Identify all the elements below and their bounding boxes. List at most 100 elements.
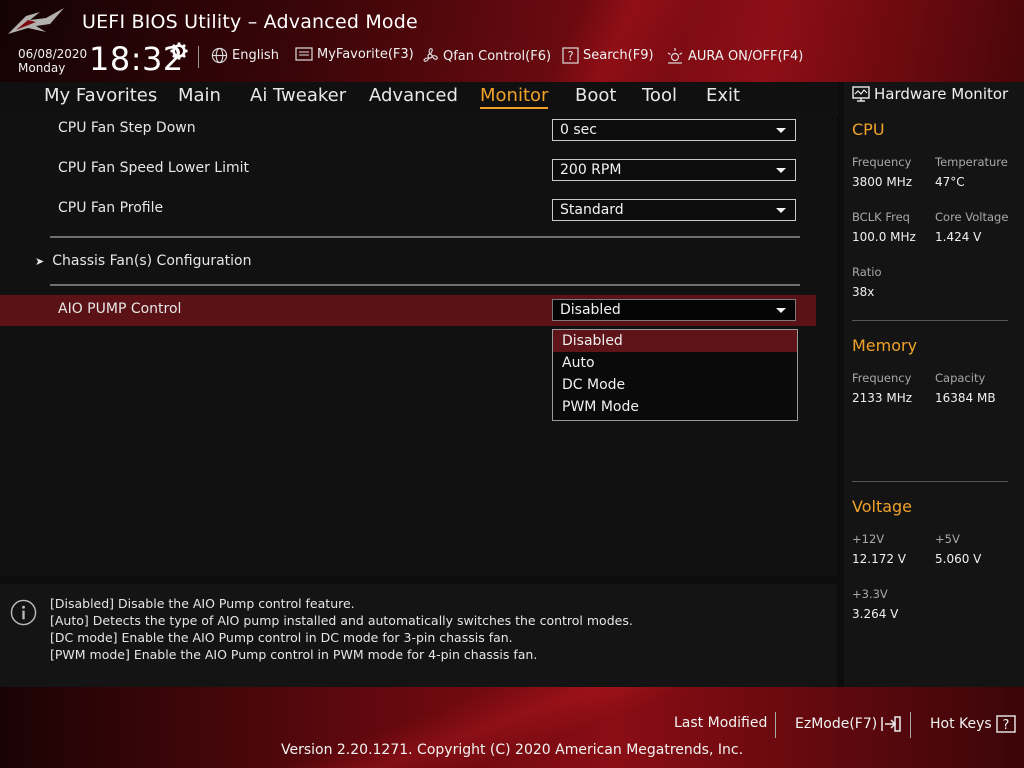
help-icon: ?: [996, 715, 1016, 733]
rog-logo-icon: [8, 8, 64, 34]
qfan-label: Qfan Control(F6): [443, 48, 552, 64]
v33-label: +3.3V: [852, 587, 888, 601]
core-voltage-label: Core Voltage: [935, 210, 1009, 224]
help-line: [Disabled] Disable the AIO Pump control …: [50, 596, 355, 611]
v12-value: 12.172 V: [852, 552, 907, 566]
memory-section-title: Memory: [852, 336, 918, 355]
gear-icon[interactable]: [170, 42, 188, 60]
option-disabled[interactable]: Disabled: [553, 330, 797, 352]
tab-boot[interactable]: Boot: [575, 85, 616, 106]
myfavorite-button[interactable]: MyFavorite(F3): [295, 47, 414, 62]
option-dc-mode[interactable]: DC Mode: [553, 374, 797, 396]
chevron-down-icon: [776, 208, 786, 213]
bclk-value: 100.0 MHz: [852, 230, 916, 244]
tab-exit[interactable]: Exit: [706, 85, 740, 106]
memory-capacity-value: 16384 MB: [935, 391, 996, 405]
hardware-monitor-label: Hardware Monitor: [874, 85, 1009, 103]
cpu-temperature-value: 47°C: [935, 175, 965, 189]
aura-icon: [667, 48, 683, 64]
version-text: Version 2.20.1271. Copyright (C) 2020 Am…: [280, 742, 744, 758]
date-text: 06/08/2020: [18, 47, 88, 61]
svg-text:?: ?: [567, 49, 573, 63]
cpu-fan-profile-label: CPU Fan Profile: [58, 200, 164, 216]
section-divider: [50, 284, 800, 286]
language-label: English: [232, 48, 279, 63]
v33-value: 3.264 V: [852, 607, 899, 621]
v12-label: +12V: [852, 532, 885, 546]
cpu-fan-step-down-label: CPU Fan Step Down: [58, 120, 196, 136]
cpu-section-title: CPU: [852, 120, 885, 139]
search-icon: ?: [562, 47, 579, 64]
core-voltage-value: 1.424 V: [935, 230, 982, 244]
svg-text:?: ?: [1002, 718, 1009, 733]
cpu-fan-step-down-value: 0 sec: [560, 122, 597, 138]
tab-my-favorites[interactable]: My Favorites: [44, 85, 157, 106]
ezmode-button[interactable]: EzMode(F7): [795, 715, 901, 733]
help-line: [PWM mode] Enable the AIO Pump control i…: [50, 647, 538, 662]
hw-divider: [852, 320, 1008, 321]
ratio-label: Ratio: [852, 265, 882, 279]
chevron-down-icon: [776, 168, 786, 173]
monitor-icon: [852, 86, 870, 102]
tab-monitor[interactable]: Monitor: [480, 85, 549, 109]
info-icon: [10, 599, 37, 626]
myfavorite-label: MyFavorite(F3): [317, 47, 414, 62]
ezmode-label: EzMode(F7): [795, 716, 878, 732]
tab-tool[interactable]: Tool: [642, 85, 677, 106]
v5-label: +5V: [935, 532, 960, 546]
cpu-fan-step-down-select[interactable]: 0 sec: [552, 119, 796, 141]
favorite-icon: [295, 47, 313, 61]
memory-capacity-label: Capacity: [935, 371, 986, 385]
voltage-section-title: Voltage: [852, 497, 913, 516]
memory-frequency-value: 2133 MHz: [852, 391, 913, 405]
option-pwm-mode[interactable]: PWM Mode: [553, 396, 797, 418]
tab-main[interactable]: Main: [178, 85, 221, 106]
bclk-label: BCLK Freq: [852, 210, 910, 224]
toolbar-divider: [198, 46, 199, 68]
section-divider: [50, 236, 800, 238]
hardware-monitor-title: Hardware Monitor: [852, 85, 1008, 103]
aura-toggle-button[interactable]: AURA ON/OFF(F4): [666, 47, 803, 65]
qfan-control-button[interactable]: Qfan Control(F6): [421, 47, 551, 65]
day-text: Monday: [18, 61, 66, 75]
language-button[interactable]: English: [211, 47, 279, 64]
date-display: 06/08/2020 Monday: [18, 47, 87, 75]
app-title: UEFI BIOS Utility – Advanced Mode: [82, 11, 418, 33]
chassis-fan-config-link[interactable]: ➤ Chassis Fan(s) Configuration: [35, 253, 252, 269]
search-label: Search(F9): [583, 48, 654, 63]
tab-advanced[interactable]: Advanced: [369, 85, 458, 106]
help-line: [Auto] Detects the type of AIO pump inst…: [50, 613, 633, 628]
cpu-frequency-value: 3800 MHz: [852, 175, 913, 189]
fan-icon: [423, 48, 438, 62]
cpu-frequency-label: Frequency: [852, 155, 912, 169]
last-modified-button[interactable]: Last Modified: [674, 715, 767, 731]
cpu-fan-lower-limit-label: CPU Fan Speed Lower Limit: [58, 160, 250, 176]
last-modified-label: Last Modified: [674, 715, 768, 731]
aio-pump-options-list: Disabled Auto DC Mode PWM Mode: [552, 329, 798, 421]
hotkeys-label: Hot Keys: [930, 716, 992, 732]
chassis-fan-config-label: Chassis Fan(s) Configuration: [52, 253, 252, 269]
chevron-down-icon: [776, 128, 786, 133]
aura-label: AURA ON/OFF(F4): [688, 48, 804, 64]
footer-divider: [775, 712, 776, 738]
globe-icon: [211, 47, 228, 64]
help-text: [Disabled] Disable the AIO Pump control …: [50, 595, 633, 663]
cpu-fan-profile-select[interactable]: Standard: [552, 199, 796, 221]
footer-divider: [910, 712, 911, 738]
help-line: [DC mode] Enable the AIO Pump control in…: [50, 630, 513, 645]
aio-pump-control-label: AIO PUMP Control: [58, 301, 182, 317]
cpu-temperature-label: Temperature: [935, 155, 1008, 169]
cpu-fan-profile-value: Standard: [560, 202, 624, 218]
aio-pump-control-select[interactable]: Disabled: [552, 299, 796, 321]
aio-pump-control-value: Disabled: [560, 302, 621, 318]
option-auto[interactable]: Auto: [553, 352, 797, 374]
hw-divider: [852, 481, 1008, 482]
cpu-fan-lower-limit-select[interactable]: 200 RPM: [552, 159, 796, 181]
search-button[interactable]: ? Search(F9): [562, 47, 654, 64]
tab-ai-tweaker[interactable]: Ai Tweaker: [250, 85, 346, 106]
cpu-fan-lower-limit-value: 200 RPM: [560, 162, 622, 178]
ratio-value: 38x: [852, 285, 875, 299]
hotkeys-button[interactable]: Hot Keys ?: [930, 715, 1016, 733]
chevron-down-icon: [776, 308, 786, 313]
exit-arrow-icon: [881, 716, 901, 732]
